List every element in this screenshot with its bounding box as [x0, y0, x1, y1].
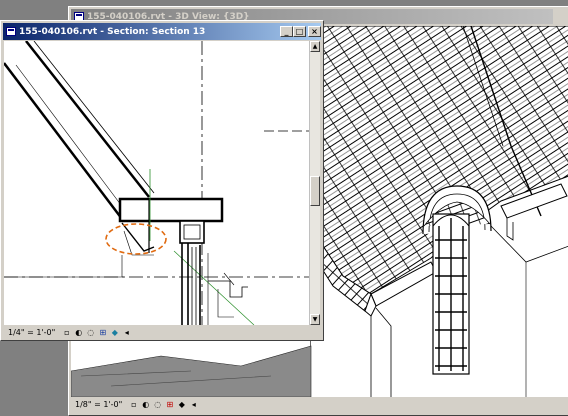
close-button[interactable]: ×	[308, 26, 321, 37]
section-titlebar[interactable]: 155-040106.rvt - Section: Section 13	[3, 23, 321, 40]
visual-style-icon[interactable]: ◐	[74, 328, 83, 337]
view-3d-scale-button[interactable]: 1/8" = 1'-0"	[75, 400, 122, 409]
section-vertical-scrollbar[interactable]: ▲ ▼	[309, 41, 320, 325]
detail-level-icon[interactable]: ▫	[62, 328, 71, 337]
section-detail-drawing	[4, 41, 309, 325]
maximize-button[interactable]: □	[293, 26, 306, 37]
section-scale-button[interactable]: 1/4" = 1'-0"	[8, 328, 55, 337]
minimize-button[interactable]: _	[280, 26, 293, 37]
hide-isolate-icon[interactable]: ◆	[177, 400, 186, 409]
annotation-ellipse	[105, 223, 167, 255]
hide-isolate-icon[interactable]: ◆	[110, 328, 119, 337]
scroll-left-icon[interactable]: ◂	[122, 328, 131, 337]
crop-region-icon[interactable]: ⊞	[165, 400, 174, 409]
scroll-up-arrow[interactable]: ▲	[310, 41, 320, 52]
sun-path-icon[interactable]: ◌	[153, 400, 162, 409]
visual-style-icon[interactable]: ◐	[141, 400, 150, 409]
section-canvas[interactable]	[4, 41, 309, 325]
section-window[interactable]: 155-040106.rvt - Section: Section 13 _ □…	[0, 20, 324, 341]
sun-path-icon[interactable]: ◌	[86, 328, 95, 337]
section-window-controls: _ □ ×	[280, 26, 321, 37]
view-3d-statusbar: 1/8" = 1'-0" ▫ ◐ ◌ ⊞ ◆ ◂	[71, 397, 221, 411]
scroll-down-arrow[interactable]: ▼	[310, 314, 320, 325]
detail-level-icon[interactable]: ▫	[129, 400, 138, 409]
crop-region-icon[interactable]: ⊞	[98, 328, 107, 337]
scroll-thumb[interactable]	[310, 176, 320, 206]
section-statusbar: 1/4" = 1'-0" ▫ ◐ ◌ ⊞ ◆ ◂	[4, 325, 320, 339]
revit-document-icon	[6, 27, 16, 36]
section-title: 155-040106.rvt - Section: Section 13	[19, 26, 206, 37]
scroll-left-icon[interactable]: ◂	[189, 400, 198, 409]
